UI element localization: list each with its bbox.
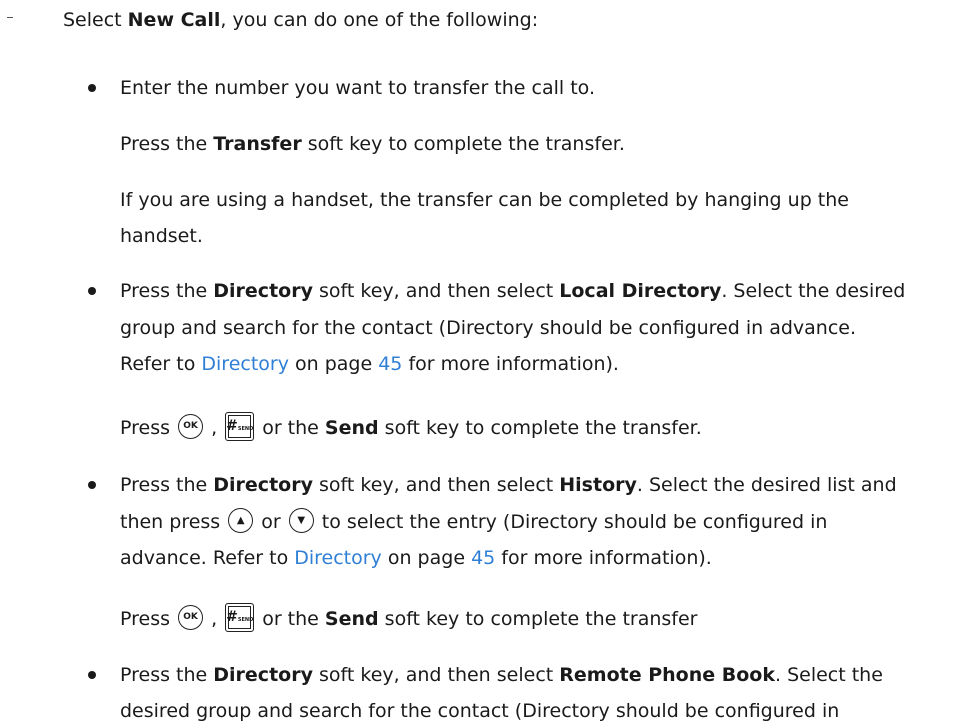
send-key-icon: #SEND (225, 603, 255, 632)
up-arrow-key-icon: ▲ (228, 508, 254, 533)
item1-line1: Enter the number you want to transfer th… (120, 77, 595, 99)
item1-handset-line1: If you are using a handset, the transfer… (120, 189, 849, 211)
item2-line3: Refer to Directory on page 45 for more i… (120, 353, 619, 375)
item2-press-line: Press OK , #SEND or the Send soft key to… (120, 412, 702, 443)
intro-line: Select New Call, you can do one of the f… (63, 9, 539, 31)
item2-line2: group and search for the contact (Direct… (120, 317, 857, 339)
item2-line1: Press the Directory soft key, and then s… (120, 280, 906, 302)
directory-link[interactable]: Directory (201, 353, 289, 375)
bullet-4 (88, 671, 96, 679)
ok-key-icon: OK (178, 414, 204, 439)
item4-line1: Press the Directory soft key, and then s… (120, 664, 883, 686)
item3-line2: then press ▲ or ▼ to select the entry (D… (120, 508, 827, 535)
down-arrow-key-icon: ▼ (288, 508, 314, 533)
dash-marker (7, 17, 13, 18)
item1-press-line: Press the Transfer soft key to complete … (120, 133, 625, 155)
item4-line2: desired group and search for the contact… (120, 700, 840, 722)
item3-line3: advance. Refer to Directory on page 45 f… (120, 547, 712, 569)
page-45-link[interactable]: 45 (471, 547, 495, 569)
bullet-2 (88, 287, 96, 295)
ok-key-icon: OK (178, 605, 204, 630)
bullet-3 (88, 481, 96, 489)
page-45-link[interactable]: 45 (378, 353, 402, 375)
directory-link[interactable]: Directory (294, 547, 382, 569)
item3-press-line: Press OK , #SEND or the Send soft key to… (120, 603, 698, 634)
send-key-icon: #SEND (225, 412, 255, 441)
bullet-1 (88, 84, 96, 92)
item3-line1: Press the Directory soft key, and then s… (120, 474, 897, 496)
item1-handset-line2: handset. (120, 225, 203, 247)
